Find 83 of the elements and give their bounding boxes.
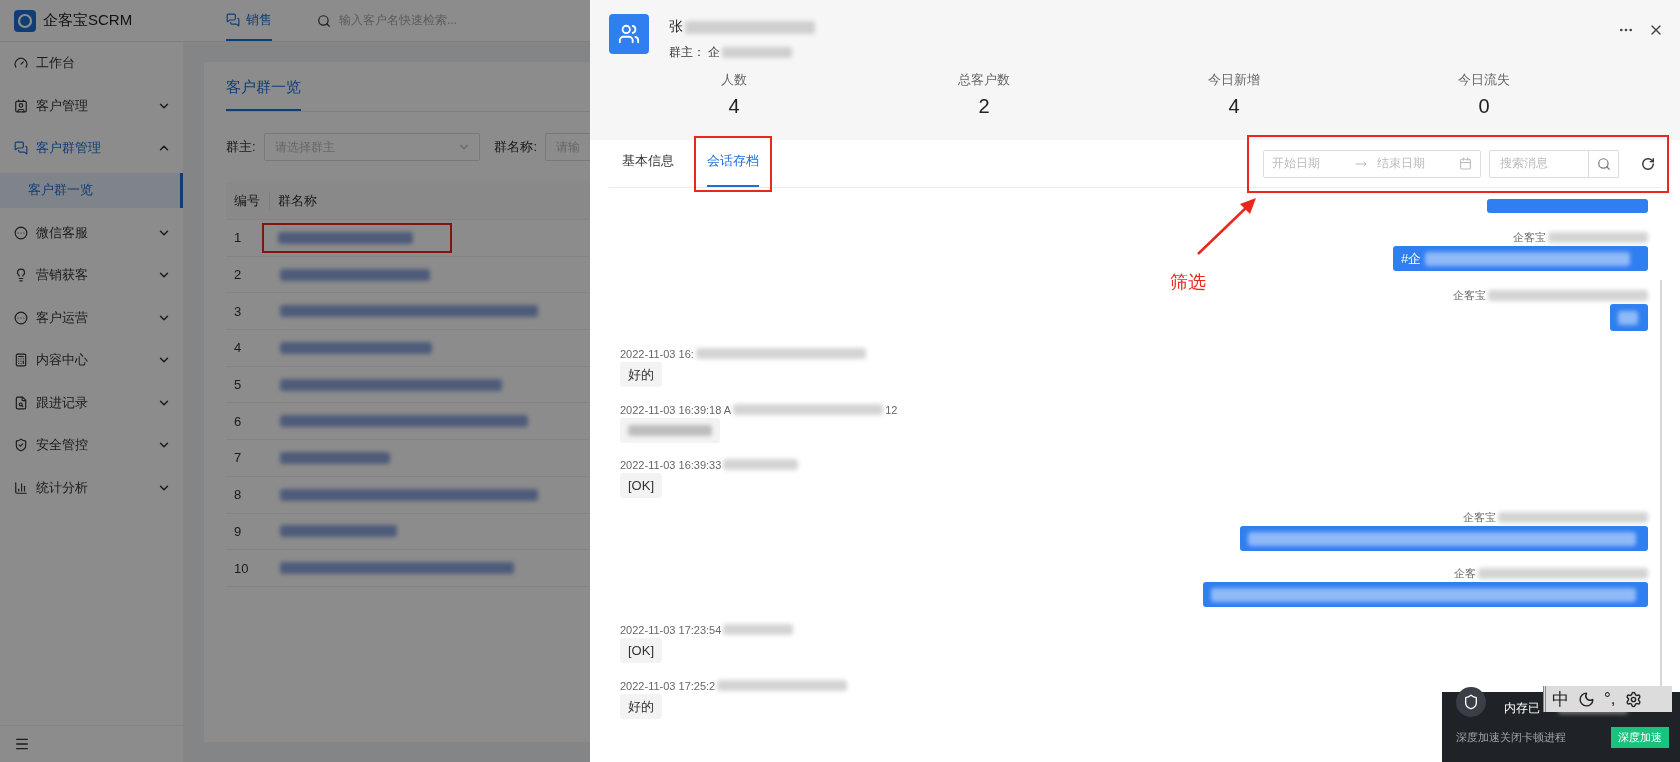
- sidebar-item[interactable]: 内容中心: [0, 339, 183, 382]
- stat-label: 今日流失: [1458, 71, 1510, 89]
- message-bubble: [OK]: [620, 473, 662, 498]
- sidebar-item[interactable]: 安全管控: [0, 424, 183, 467]
- stat-label: 人数: [721, 71, 747, 89]
- message-bubble: [OK]: [620, 638, 662, 663]
- sidebar-item[interactable]: 统计分析: [0, 466, 183, 509]
- table-cell-text: 8: [233, 487, 243, 503]
- message-time: 2022-11-03 16:39:18 A: [620, 403, 732, 416]
- stat-value: 2: [978, 95, 990, 118]
- table-cell-text: 2: [233, 267, 243, 283]
- blurred-text: [722, 47, 793, 58]
- collapse-icon[interactable]: [14, 736, 30, 752]
- sidebar-item[interactable]: 微信客服: [0, 211, 183, 254]
- sidebar-item[interactable]: 客户管理: [0, 84, 183, 127]
- input-mode[interactable]: 中: [1552, 687, 1569, 711]
- table-cell-text: 9: [233, 523, 243, 539]
- top-tab[interactable]: 销售: [226, 0, 272, 41]
- sender-name: 企客宝: [1463, 510, 1496, 525]
- shield-icon: [14, 438, 28, 453]
- lightbulb-icon: [14, 268, 28, 283]
- sidebar-item[interactable]: 营销获客: [0, 254, 183, 297]
- group-title: 张: [669, 18, 683, 36]
- message-time: 2022-11-03 16:: [620, 347, 694, 360]
- tab[interactable]: 基本信息: [622, 137, 674, 187]
- stat-label: 今日新增: [1208, 71, 1260, 89]
- table-cell-text: 3: [233, 303, 243, 319]
- gauge-icon: [14, 56, 28, 71]
- tab[interactable]: 会话存档: [707, 137, 759, 187]
- notification-text: 深度加速关闭卡顿进程: [1456, 730, 1566, 745]
- page-tab[interactable]: 客户群一览: [226, 78, 301, 111]
- table-cell-text: 10: [233, 560, 250, 576]
- table-cell-text: 7: [233, 450, 243, 466]
- settings-icon[interactable]: [1624, 690, 1642, 708]
- filter-label: 群名称:: [494, 138, 538, 156]
- blurred-text: [723, 624, 794, 635]
- chat-icon: [14, 141, 28, 156]
- calendar-icon: [1459, 157, 1472, 170]
- sidebar-subitem[interactable]: 客户群一览: [0, 172, 183, 208]
- group-owner: 群主： 企: [669, 44, 721, 61]
- annotation-label: 筛选: [1170, 271, 1206, 294]
- app-logo-text: 企客宝SCRM: [43, 11, 133, 30]
- message-time: 2022-11-03 16:39:33: [620, 458, 722, 471]
- sender-name: 企客宝: [1453, 288, 1486, 303]
- message-bubble: 好的: [620, 694, 662, 719]
- filter-label: 群主:: [226, 138, 256, 156]
- ellipsis-circle-icon: [14, 225, 28, 240]
- users-icon: [618, 23, 640, 45]
- message-time: 12: [885, 403, 898, 416]
- stat-label: 总客户数: [958, 71, 1010, 89]
- sidebar-item[interactable]: 跟进记录: [0, 381, 183, 424]
- stat-value: 4: [728, 95, 740, 118]
- ellipsis-circle-icon: [14, 310, 28, 325]
- message-time: 2022-11-03 17:25:2: [620, 679, 716, 692]
- sent-message-bubble: [1610, 304, 1648, 331]
- search-icon: [317, 13, 331, 28]
- notification-title: 内存已: [1504, 700, 1540, 717]
- column-header: 群名称: [277, 191, 318, 210]
- sent-message-bubble: #企: [1393, 246, 1648, 271]
- document-search-icon: [14, 395, 28, 410]
- logo-icon: [14, 9, 36, 32]
- sidebar-item[interactable]: 客户运营: [0, 296, 183, 339]
- message-time: 2022-11-03 17:23:54: [620, 623, 722, 636]
- table-cell-text: 4: [233, 340, 243, 356]
- bar-chart-icon: [14, 480, 28, 495]
- message-bubble: 好的: [620, 362, 662, 387]
- search-icon: [1596, 156, 1611, 171]
- table-cell-text: 1: [233, 230, 243, 246]
- stat-value: 4: [1228, 95, 1240, 118]
- table-cell-text: 5: [233, 377, 243, 393]
- person-icon: [14, 98, 28, 113]
- sidebar-item[interactable]: 工作台: [0, 42, 183, 85]
- column-header: 编号: [226, 191, 270, 210]
- calculator-icon: [14, 353, 28, 368]
- table-cell-text: 6: [233, 413, 243, 429]
- punctuation-mode[interactable]: °,: [1604, 689, 1616, 709]
- refresh-icon[interactable]: [1641, 156, 1655, 171]
- moon-icon[interactable]: [1578, 690, 1595, 708]
- sender-name: 企客宝: [1513, 230, 1546, 245]
- stat-value: 0: [1478, 95, 1490, 118]
- sidebar-item[interactable]: 客户群管理: [0, 127, 183, 170]
- chat-icon: [226, 12, 240, 27]
- sender-name: 企客: [1454, 566, 1476, 581]
